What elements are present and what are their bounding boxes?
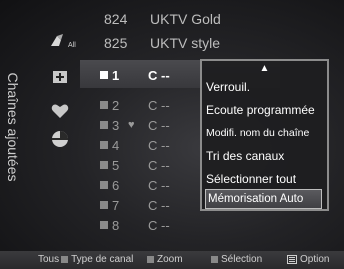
- channel-number: 2: [112, 97, 120, 113]
- channel-number: 6: [112, 177, 120, 193]
- favourite-icon[interactable]: [48, 100, 72, 122]
- heart-icon: ♥: [128, 119, 135, 131]
- channel-row[interactable]: 4 C --: [100, 136, 170, 154]
- channel-type-square-icon: [61, 256, 69, 263]
- channel-type-icon: [100, 121, 108, 129]
- channel-type-icon: [100, 161, 108, 169]
- channel-number: 8: [112, 217, 120, 233]
- channel-number: 1: [112, 67, 120, 83]
- sidebar-title: Chaînes ajoutées: [2, 8, 24, 246]
- channel-name: C --: [148, 197, 170, 213]
- sidebar-title-text: Chaînes ajoutées: [5, 72, 21, 182]
- bottom-help-bar: Tous Type de canal Zoom Sélection Option: [0, 251, 344, 269]
- select-hint[interactable]: Sélection: [211, 254, 262, 265]
- channel-name: C --: [148, 157, 170, 173]
- zoom-hint[interactable]: Zoom: [147, 254, 183, 265]
- all-icon-label: All: [68, 42, 76, 49]
- option-menu: ▲ Verrouil. Ecoute programmée Modifi. no…: [200, 59, 329, 211]
- channel-row[interactable]: 825 UKTV style: [104, 35, 220, 55]
- menu-item-sort-channels[interactable]: Tri des canaux: [206, 149, 284, 163]
- channel-type-prefix: Tous: [38, 254, 60, 265]
- channel-number: 824: [104, 11, 128, 27]
- channel-type-icon: [100, 201, 108, 209]
- menu-item-select-all[interactable]: Sélectionner tout: [206, 172, 296, 186]
- channel-row[interactable]: 7 C --: [100, 196, 170, 214]
- add-channel-icon[interactable]: [48, 66, 72, 88]
- channel-number: 825: [104, 35, 128, 51]
- channel-row[interactable]: 824 UKTV Gold: [104, 11, 221, 31]
- channel-number: 5: [112, 157, 120, 173]
- menu-item-scheduled-viewing[interactable]: Ecoute programmée: [206, 103, 315, 117]
- channel-type-label: Type de canal: [71, 254, 134, 265]
- channel-name: C --: [148, 117, 170, 133]
- menu-item-lock[interactable]: Verrouil.: [206, 80, 250, 94]
- channel-row[interactable]: 3 ♥ C --: [100, 116, 170, 134]
- channel-name: C --: [148, 137, 170, 153]
- channel-number: 7: [112, 197, 120, 213]
- zoom-label: Zoom: [157, 254, 183, 265]
- channel-row[interactable]: 5 C --: [100, 156, 170, 174]
- menu-item-edit-channel-name[interactable]: Modifi. nom du chaîne: [206, 127, 309, 139]
- channel-type-icon: [100, 141, 108, 149]
- menu-item-auto-store[interactable]: Mémorisation Auto: [205, 189, 322, 209]
- channel-name: C --: [148, 177, 170, 193]
- channel-row-selected[interactable]: 1 C --: [100, 66, 170, 84]
- channel-type-icon: [100, 71, 108, 79]
- timer-icon[interactable]: [48, 128, 72, 150]
- option-label: Option: [300, 254, 330, 265]
- channel-number: 3: [112, 117, 120, 133]
- channel-row[interactable]: 6 C --: [100, 176, 170, 194]
- option-icon: [287, 255, 297, 264]
- channel-type-icon: [100, 101, 108, 109]
- channel-name: UKTV Gold: [150, 11, 221, 27]
- channel-type-icon: [100, 181, 108, 189]
- channel-name: C --: [148, 67, 170, 83]
- select-label: Sélection: [221, 254, 263, 265]
- option-hint[interactable]: Option: [287, 254, 329, 265]
- select-square-icon: [211, 256, 218, 263]
- channel-row[interactable]: 8 C --: [100, 216, 170, 234]
- channel-type-icon: [100, 221, 108, 229]
- channel-type-hint[interactable]: Tous Type de canal: [38, 254, 133, 265]
- channel-name: C --: [148, 97, 170, 113]
- all-channels-icon[interactable]: All: [48, 30, 76, 52]
- channel-name: C --: [148, 217, 170, 233]
- channel-row[interactable]: 2 C --: [100, 96, 170, 114]
- zoom-square-icon: [147, 256, 154, 263]
- channel-number: 4: [112, 137, 120, 153]
- channel-list-screen: Chaînes ajoutées All 824 UKTV Gold 825 U…: [0, 0, 344, 269]
- scroll-up-icon[interactable]: ▲: [202, 63, 327, 74]
- category-icons: All: [40, 0, 80, 250]
- channel-name: UKTV style: [150, 35, 221, 51]
